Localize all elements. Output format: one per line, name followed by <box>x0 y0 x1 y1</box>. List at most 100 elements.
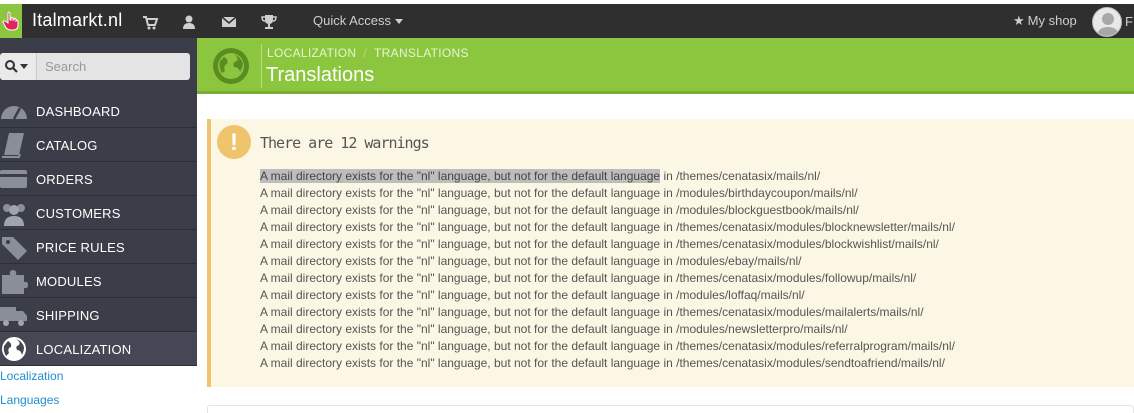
sidebar-item-modules[interactable]: MODULES <box>0 264 197 298</box>
cart-icon[interactable] <box>141 13 159 31</box>
trophy-icon[interactable] <box>260 13 278 31</box>
submenu-item-localization[interactable]: Localization <box>0 364 197 388</box>
sidebar-item-label: LOCALIZATION <box>36 342 132 357</box>
page-header-icon <box>213 48 249 84</box>
warning-joiner: in <box>660 271 677 285</box>
warning-path: /modules/blockguestbook/mails/nl/ <box>676 203 859 217</box>
user-name-truncated[interactable]: F <box>1125 14 1133 29</box>
quick-access-dropdown[interactable]: Quick Access <box>313 13 404 28</box>
exclamation-icon: ! <box>217 125 251 159</box>
quick-access-label: Quick Access <box>313 13 392 28</box>
sidebar-item-localization[interactable]: LOCALIZATION <box>0 332 197 366</box>
warning-path: /themes/cenatasix/modules/sendtoafriend/… <box>676 356 945 370</box>
breadcrumb-item-localization[interactable]: LOCALIZATION <box>267 46 356 60</box>
sidebar-item-dashboard[interactable]: DASHBOARD <box>0 94 197 128</box>
sidebar-item-shipping[interactable]: SHIPPING <box>0 298 197 332</box>
main-content: ! There are 12 warnings A mail directory… <box>197 97 1134 413</box>
warning-joiner: in <box>660 322 677 336</box>
header-divider <box>261 44 262 88</box>
warning-joiner: in <box>660 288 677 302</box>
avatar-silhouette-icon <box>1097 13 1119 36</box>
warning-path: /modules/ebay/mails/nl/ <box>676 254 802 268</box>
sidebar-item-label: DASHBOARD <box>36 104 121 119</box>
warning-message: A mail directory exists for the "nl" lan… <box>260 288 661 302</box>
breadcrumb-separator: / <box>363 46 368 60</box>
warning-path: /modules/birthdaycoupon/mails/nl/ <box>676 186 858 200</box>
warning-path: /themes/cenatasix/modules/blocknewslette… <box>676 220 955 234</box>
warning-item: A mail directory exists for the "nl" lan… <box>260 305 955 322</box>
tag-icon <box>2 237 27 260</box>
warning-joiner: in <box>660 186 677 200</box>
sidebar-item-label: CUSTOMERS <box>36 206 121 221</box>
warning-item: A mail directory exists for the "nl" lan… <box>260 271 955 288</box>
warning-joiner: in <box>660 237 677 251</box>
warning-alert: ! There are 12 warnings A mail directory… <box>207 119 1134 387</box>
warning-message: A mail directory exists for the "nl" lan… <box>260 305 661 319</box>
breadcrumb: LOCALIZATION / TRANSLATIONS <box>267 46 469 60</box>
avatar[interactable] <box>1092 7 1122 37</box>
warning-title: There are 12 warnings <box>260 134 430 152</box>
warning-joiner: in <box>660 305 677 319</box>
warning-message: A mail directory exists for the "nl" lan… <box>260 186 661 200</box>
sidebar-item-label: MODULES <box>36 274 102 289</box>
warning-message: A mail directory exists for the "nl" lan… <box>260 322 661 336</box>
warning-item: A mail directory exists for the "nl" lan… <box>260 322 955 339</box>
globe-icon <box>2 337 26 361</box>
search-input[interactable] <box>36 53 190 80</box>
exclamation-glyph: ! <box>230 129 238 156</box>
my-shop-link[interactable]: ★ My shop <box>1013 13 1077 29</box>
submenu-item-languages[interactable]: Languages <box>0 388 197 412</box>
sidebar-item-customers[interactable]: CUSTOMERS <box>0 196 197 230</box>
warning-message: A mail directory exists for the "nl" lan… <box>260 169 661 183</box>
search-type-button[interactable] <box>0 53 36 80</box>
warning-item: A mail directory exists for the "nl" lan… <box>260 186 955 203</box>
warning-message: A mail directory exists for the "nl" lan… <box>260 237 661 251</box>
sidebar: DASHBOARD CATALOG ORDERS CUSTOMERS <box>0 38 197 413</box>
warning-message: A mail directory exists for the "nl" lan… <box>260 271 661 285</box>
sidebar-item-label: PRICE RULES <box>36 240 125 255</box>
warning-path: /modules/loffaq/mails/nl/ <box>676 288 805 302</box>
page-header: LOCALIZATION / TRANSLATIONS Translations <box>197 38 1134 94</box>
warning-message: A mail directory exists for the "nl" lan… <box>260 220 661 234</box>
search-icon <box>5 60 18 73</box>
breadcrumb-item-translations[interactable]: TRANSLATIONS <box>374 46 469 60</box>
warning-joiner: in <box>660 203 677 217</box>
user-icon[interactable] <box>180 13 198 31</box>
brand-name[interactable]: Italmarkt.nl <box>32 10 122 31</box>
sidebar-search <box>0 38 197 94</box>
warning-joiner: in <box>660 169 677 183</box>
caret-down-icon <box>20 64 28 69</box>
sidebar-item-price-rules[interactable]: PRICE RULES <box>0 230 197 264</box>
warning-item: A mail directory exists for the "nl" lan… <box>260 356 955 373</box>
warning-item: A mail directory exists for the "nl" lan… <box>260 169 955 186</box>
envelope-icon[interactable] <box>220 13 238 31</box>
globe-icon <box>218 53 244 79</box>
star-icon: ★ <box>1013 13 1025 28</box>
warning-message: A mail directory exists for the "nl" lan… <box>260 254 661 268</box>
warning-list: A mail directory exists for the "nl" lan… <box>260 169 955 373</box>
translations-panel <box>207 405 1134 413</box>
sidebar-item-orders[interactable]: ORDERS <box>0 162 197 196</box>
truck-icon <box>0 307 27 326</box>
warning-joiner: in <box>660 356 677 370</box>
credit-card-icon <box>0 170 27 188</box>
top-navbar: Italmarkt.nl Quick Access ★ My shop F <box>0 0 1134 38</box>
warning-joiner: in <box>660 220 677 234</box>
warning-path: /themes/cenatasix/modules/referralprogra… <box>676 339 955 353</box>
caret-down-icon <box>395 19 404 25</box>
puzzle-icon <box>2 270 28 294</box>
sidebar-item-catalog[interactable]: CATALOG <box>0 128 197 162</box>
speedometer-icon <box>1 106 27 120</box>
warning-path: /themes/cenatasix/modules/mailalerts/mai… <box>676 305 924 319</box>
warning-message: A mail directory exists for the "nl" lan… <box>260 339 661 353</box>
sidebar-item-label: CATALOG <box>36 138 98 153</box>
sidebar-item-label: ORDERS <box>36 172 93 187</box>
book-icon <box>2 133 24 158</box>
sidebar-item-label: SHIPPING <box>36 308 100 323</box>
warning-path: /themes/cenatasix/modules/followup/mails… <box>676 271 917 285</box>
warning-path: /themes/cenatasix/mails/nl/ <box>676 169 821 183</box>
pointer-hand-icon <box>2 11 19 31</box>
logo-button[interactable] <box>0 4 22 38</box>
users-icon <box>3 204 25 226</box>
warning-item: A mail directory exists for the "nl" lan… <box>260 237 955 254</box>
